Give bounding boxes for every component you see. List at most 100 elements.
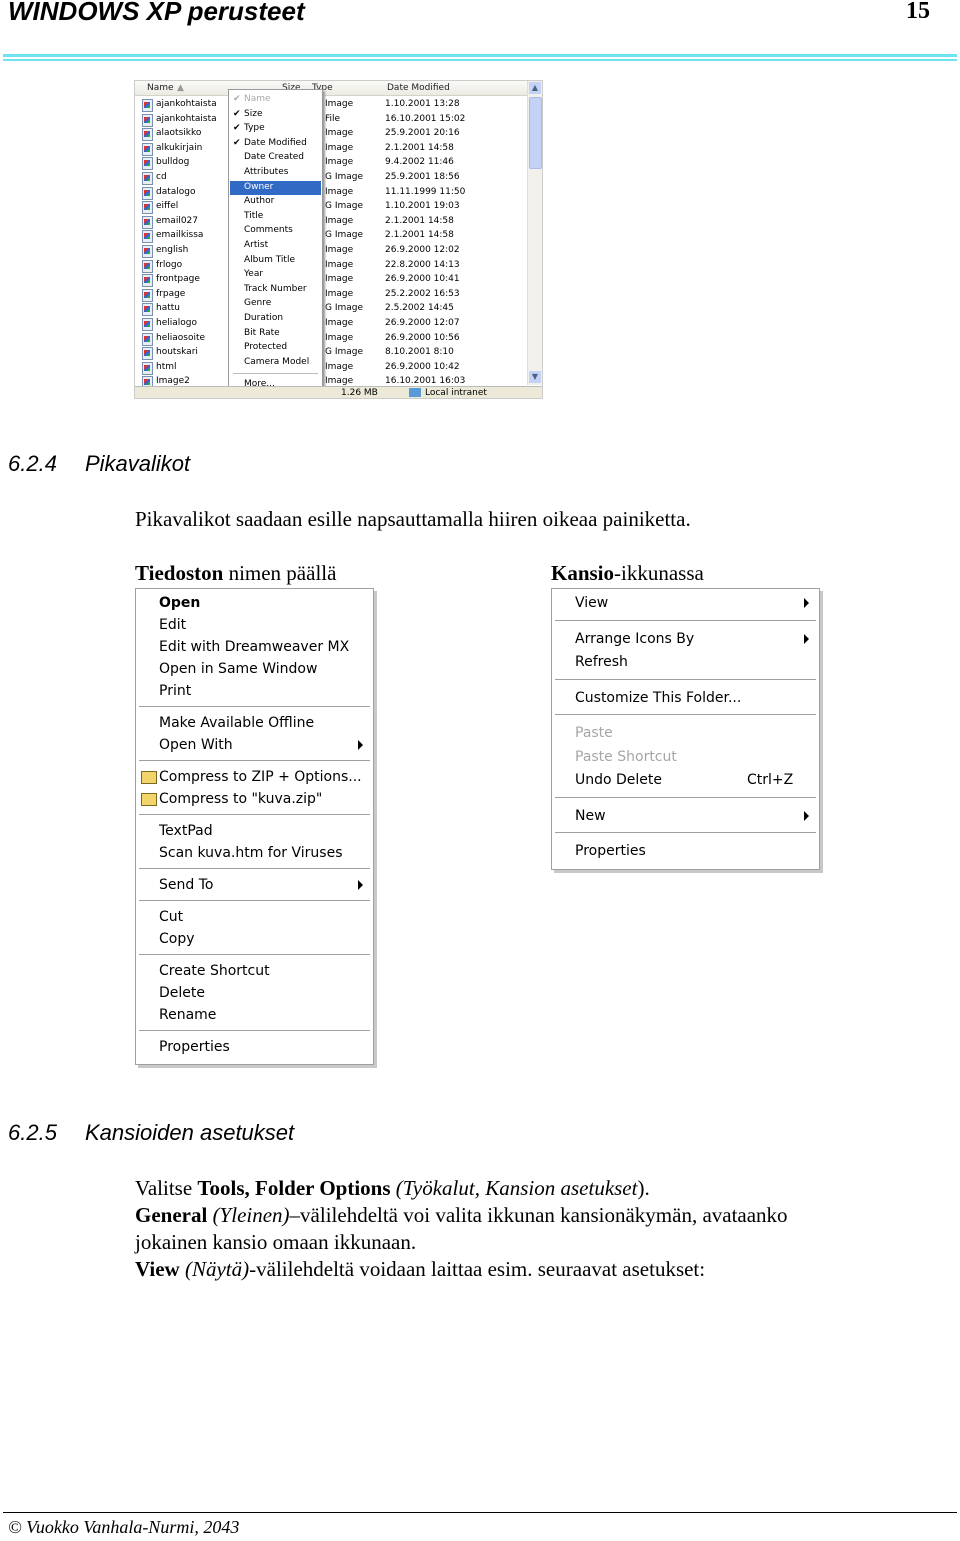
menu-item[interactable]: Customize This Folder... <box>552 687 819 711</box>
menu-item[interactable]: TextPad <box>136 820 373 842</box>
file-row[interactable]: hattu G Image 2.5.2002 14:45 <box>135 302 527 317</box>
icon-glyph <box>144 262 150 269</box>
scrollbar[interactable]: ▲ ▼ <box>527 81 542 385</box>
menu-item[interactable]: Paste Shortcut <box>552 746 819 770</box>
menu-item-label: Size <box>244 108 263 119</box>
column-menu-item[interactable]: ✔ Date Modified <box>230 137 321 151</box>
menu-item[interactable]: Open <box>136 592 373 614</box>
body-text: Valitse Tools, Folder Options (Työkalut,… <box>135 1175 788 1283</box>
file-name: hattu <box>156 303 180 314</box>
file-row[interactable]: alaotsikko Image 25.9.2001 20:16 <box>135 127 527 142</box>
file-row[interactable]: english Image 26.9.2000 12:02 <box>135 244 527 258</box>
file-row[interactable]: email027 Image 2.1.2001 14:58 <box>135 215 527 229</box>
column-menu-item[interactable]: ✔ Type <box>230 122 321 136</box>
caption-bold: Tiedoston <box>135 561 224 585</box>
text-italic: (Näytä) <box>179 1257 250 1281</box>
file-row[interactable]: datalogo Image 11.11.1999 11:50 <box>135 186 527 200</box>
column-menu-item[interactable]: Owner <box>230 180 321 195</box>
menu-item-label: Cut <box>159 909 184 925</box>
scroll-thumb[interactable] <box>529 97 542 169</box>
menu-item[interactable]: Delete <box>136 982 373 1004</box>
submenu-arrow-icon <box>804 810 809 821</box>
menu-item[interactable]: Compress to "kuva.zip" <box>136 788 373 810</box>
image-file-icon <box>142 157 153 171</box>
file-row[interactable]: frlogo Image 22.8.2000 14:13 <box>135 259 527 273</box>
menu-item[interactable]: Open in Same Window <box>136 658 373 680</box>
image-file-icon <box>142 347 153 361</box>
file-date: 22.8.2000 14:13 <box>385 259 460 270</box>
menu-item[interactable]: Edit with Dreamweaver MX <box>136 636 373 658</box>
file-name: html <box>156 361 177 372</box>
menu-item[interactable]: Properties <box>136 1036 373 1058</box>
column-menu-item[interactable]: Protected <box>230 341 321 355</box>
file-row[interactable]: emailkissa G Image 2.1.2001 14:58 <box>135 229 527 244</box>
menu-separator <box>136 950 373 960</box>
menu-item[interactable]: Edit <box>136 614 373 636</box>
menu-item[interactable]: Refresh <box>552 651 819 675</box>
file-row[interactable]: ajankohtaista File 16.10.2001 15:02 <box>135 113 527 127</box>
text-bold: General <box>135 1203 208 1227</box>
column-menu-item[interactable]: Duration <box>230 312 321 326</box>
menu-item[interactable]: Paste <box>552 722 819 746</box>
menu-item[interactable]: Properties <box>552 840 819 864</box>
menu-item[interactable]: Create Shortcut <box>136 960 373 982</box>
menu-item[interactable]: Compress to ZIP + Options... <box>136 766 373 788</box>
file-date: 1.10.2001 13:28 <box>385 99 460 109</box>
column-menu-item[interactable]: Date Created <box>230 151 321 165</box>
menu-item-label: New <box>575 807 606 824</box>
file-name: frpage <box>156 288 186 299</box>
scroll-down-icon[interactable]: ▼ <box>529 371 541 383</box>
column-date-modified[interactable]: Date Modified <box>387 83 450 93</box>
column-menu-item[interactable]: Title <box>230 210 321 224</box>
file-row[interactable]: houtskari G Image 8.10.2001 8:10 <box>135 346 527 361</box>
file-row[interactable]: frontpage Image 26.9.2000 10:41 <box>135 273 527 288</box>
file-row[interactable]: heliaosoite Image 26.9.2000 10:56 <box>135 332 527 346</box>
menu-item[interactable]: Undo Delete Ctrl+Z <box>552 769 819 793</box>
file-row[interactable]: alkukirjain Image 2.1.2001 14:58 <box>135 142 527 156</box>
menu-item[interactable]: Open With <box>136 734 373 756</box>
column-menu-item[interactable]: Genre <box>230 297 321 311</box>
column-menu-item[interactable]: ✔ Size <box>230 108 321 122</box>
menu-item[interactable]: Arrange Icons By <box>552 628 819 652</box>
column-menu-item[interactable]: Bit Rate <box>230 327 321 341</box>
menu-item[interactable]: Send To <box>136 874 373 896</box>
file-name: cd <box>156 172 167 182</box>
menu-item[interactable]: View <box>552 592 819 616</box>
menu-item-label: Year <box>244 269 264 280</box>
column-menu-item[interactable]: ✔ Name <box>230 93 321 107</box>
menu-item-label: Artist <box>244 240 269 250</box>
menu-item[interactable]: Make Available Offline <box>136 712 373 734</box>
column-menu-item[interactable]: Comments <box>230 224 321 238</box>
menu-item[interactable]: Rename <box>136 1004 373 1026</box>
column-menu-item[interactable]: Track Number <box>230 283 321 297</box>
column-menu-item[interactable]: Author <box>230 195 321 209</box>
icon-glyph <box>144 321 150 327</box>
file-row[interactable]: frpage Image 25.2.2002 16:53 <box>135 288 527 302</box>
column-name[interactable]: Name <box>147 83 174 93</box>
file-row[interactable]: bulldog Image 9.4.2002 11:46 <box>135 156 527 171</box>
menu-item[interactable]: Cut <box>136 906 373 928</box>
column-menu-item[interactable]: Artist <box>230 239 321 253</box>
icon-glyph <box>144 175 150 181</box>
menu-item[interactable]: Print <box>136 680 373 702</box>
menu-item-label: Print <box>159 683 192 699</box>
column-menu-item[interactable]: Attributes <box>230 166 321 180</box>
menu-item[interactable]: New <box>552 805 819 829</box>
file-row[interactable]: ajankohtaista Image 1.10.2001 13:28 <box>135 98 527 112</box>
column-menu-item[interactable]: Camera Model <box>230 356 321 370</box>
file-name: bulldog <box>156 157 190 168</box>
file-row[interactable]: cd G Image 25.9.2001 18:56 <box>135 171 527 185</box>
icon-glyph <box>144 189 150 196</box>
menu-item-label: Edit <box>159 617 187 633</box>
menu-item[interactable]: Scan kuva.htm for Viruses <box>136 842 373 864</box>
scroll-up-icon[interactable]: ▲ <box>529 82 541 94</box>
icon-glyph <box>144 335 150 342</box>
menu-item[interactable]: Copy <box>136 928 373 950</box>
file-row[interactable]: helialogo Image 26.9.2000 12:07 <box>135 317 527 331</box>
column-menu-item[interactable]: Album Title <box>230 254 321 268</box>
checkmark-icon: ✔ <box>233 123 241 134</box>
header-title: WINDOWS XP perusteet <box>8 0 305 26</box>
file-row[interactable]: eiffel G Image 1.10.2001 19:03 <box>135 200 527 215</box>
file-row[interactable]: html Image 26.9.2000 10:42 <box>135 361 527 375</box>
column-menu-item[interactable]: Year <box>230 268 321 282</box>
